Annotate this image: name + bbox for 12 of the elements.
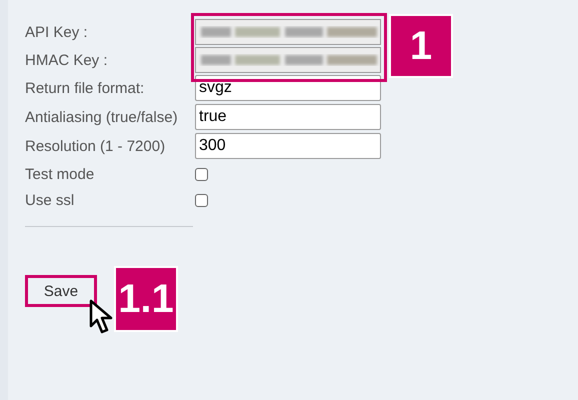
save-button[interactable]: Save [25, 275, 97, 307]
field-label: HMAC Key : [25, 52, 109, 68]
text-field[interactable]: 300 [195, 133, 381, 159]
step-badge: 1 [389, 14, 453, 78]
field-label: API Key : [25, 24, 89, 40]
field-label: Test mode [25, 166, 96, 182]
field-label: Return file format: [25, 80, 146, 96]
field-label: Antialiasing (true/false) [25, 108, 179, 126]
field-label: Resolution (1 - 7200) [25, 138, 166, 154]
step-badge: 1.1 [114, 266, 178, 332]
text-field[interactable]: true [195, 104, 381, 130]
field-label: Use ssl [25, 192, 76, 208]
